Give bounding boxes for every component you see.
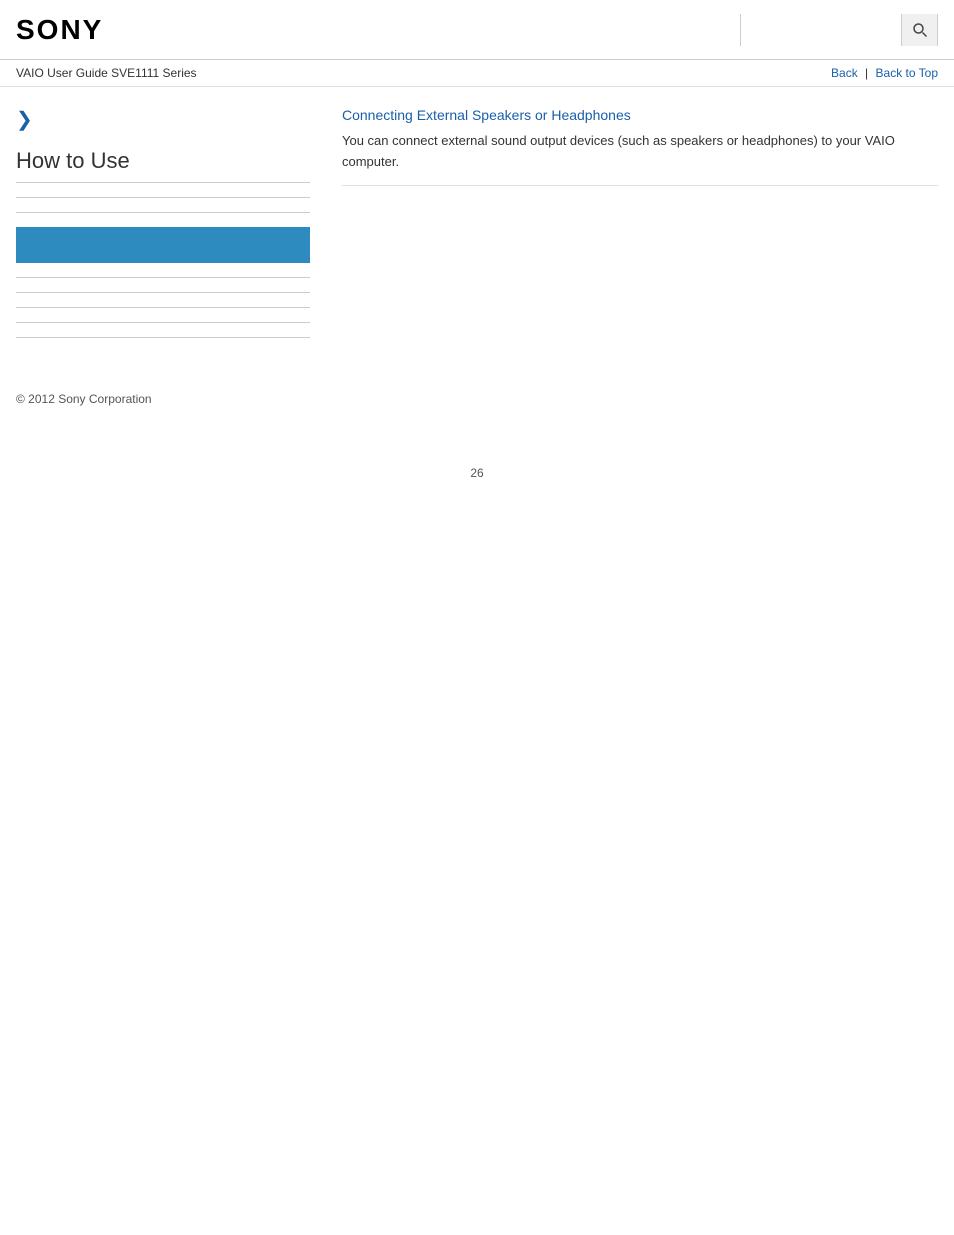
- sidebar-divider-5: [16, 307, 310, 308]
- back-link[interactable]: Back: [831, 66, 858, 80]
- sidebar-arrow-icon: ❯: [16, 107, 310, 132]
- search-button[interactable]: [901, 14, 937, 46]
- page-number: 26: [0, 466, 954, 500]
- main-content: ❯ How to Use Connecting External Speaker…: [0, 87, 954, 372]
- sidebar-divider-7: [16, 337, 310, 338]
- search-box: [740, 14, 938, 46]
- footer: © 2012 Sony Corporation: [0, 372, 954, 426]
- sidebar-divider-6: [16, 322, 310, 323]
- sidebar-divider-2: [16, 212, 310, 213]
- sony-logo: SONY: [16, 14, 103, 46]
- sidebar-divider-3: [16, 277, 310, 278]
- nav-bar: VAIO User Guide SVE1111 Series Back | Ba…: [0, 60, 954, 87]
- sidebar-section-title: How to Use: [16, 148, 310, 183]
- search-input[interactable]: [741, 14, 901, 46]
- header: SONY: [0, 0, 954, 60]
- sidebar-highlight-item[interactable]: [16, 227, 310, 263]
- content-area: Connecting External Speakers or Headphon…: [326, 107, 938, 352]
- nav-links: Back | Back to Top: [831, 66, 938, 80]
- nav-separator: |: [865, 66, 868, 80]
- sidebar: ❯ How to Use: [16, 107, 326, 352]
- back-to-top-link[interactable]: Back to Top: [876, 66, 938, 80]
- sidebar-divider-1: [16, 197, 310, 198]
- content-description: You can connect external sound output de…: [342, 131, 938, 186]
- sidebar-divider-4: [16, 292, 310, 293]
- search-icon: [912, 22, 928, 38]
- copyright-text: © 2012 Sony Corporation: [16, 392, 152, 406]
- content-main-link[interactable]: Connecting External Speakers or Headphon…: [342, 107, 938, 123]
- guide-title: VAIO User Guide SVE1111 Series: [16, 66, 197, 80]
